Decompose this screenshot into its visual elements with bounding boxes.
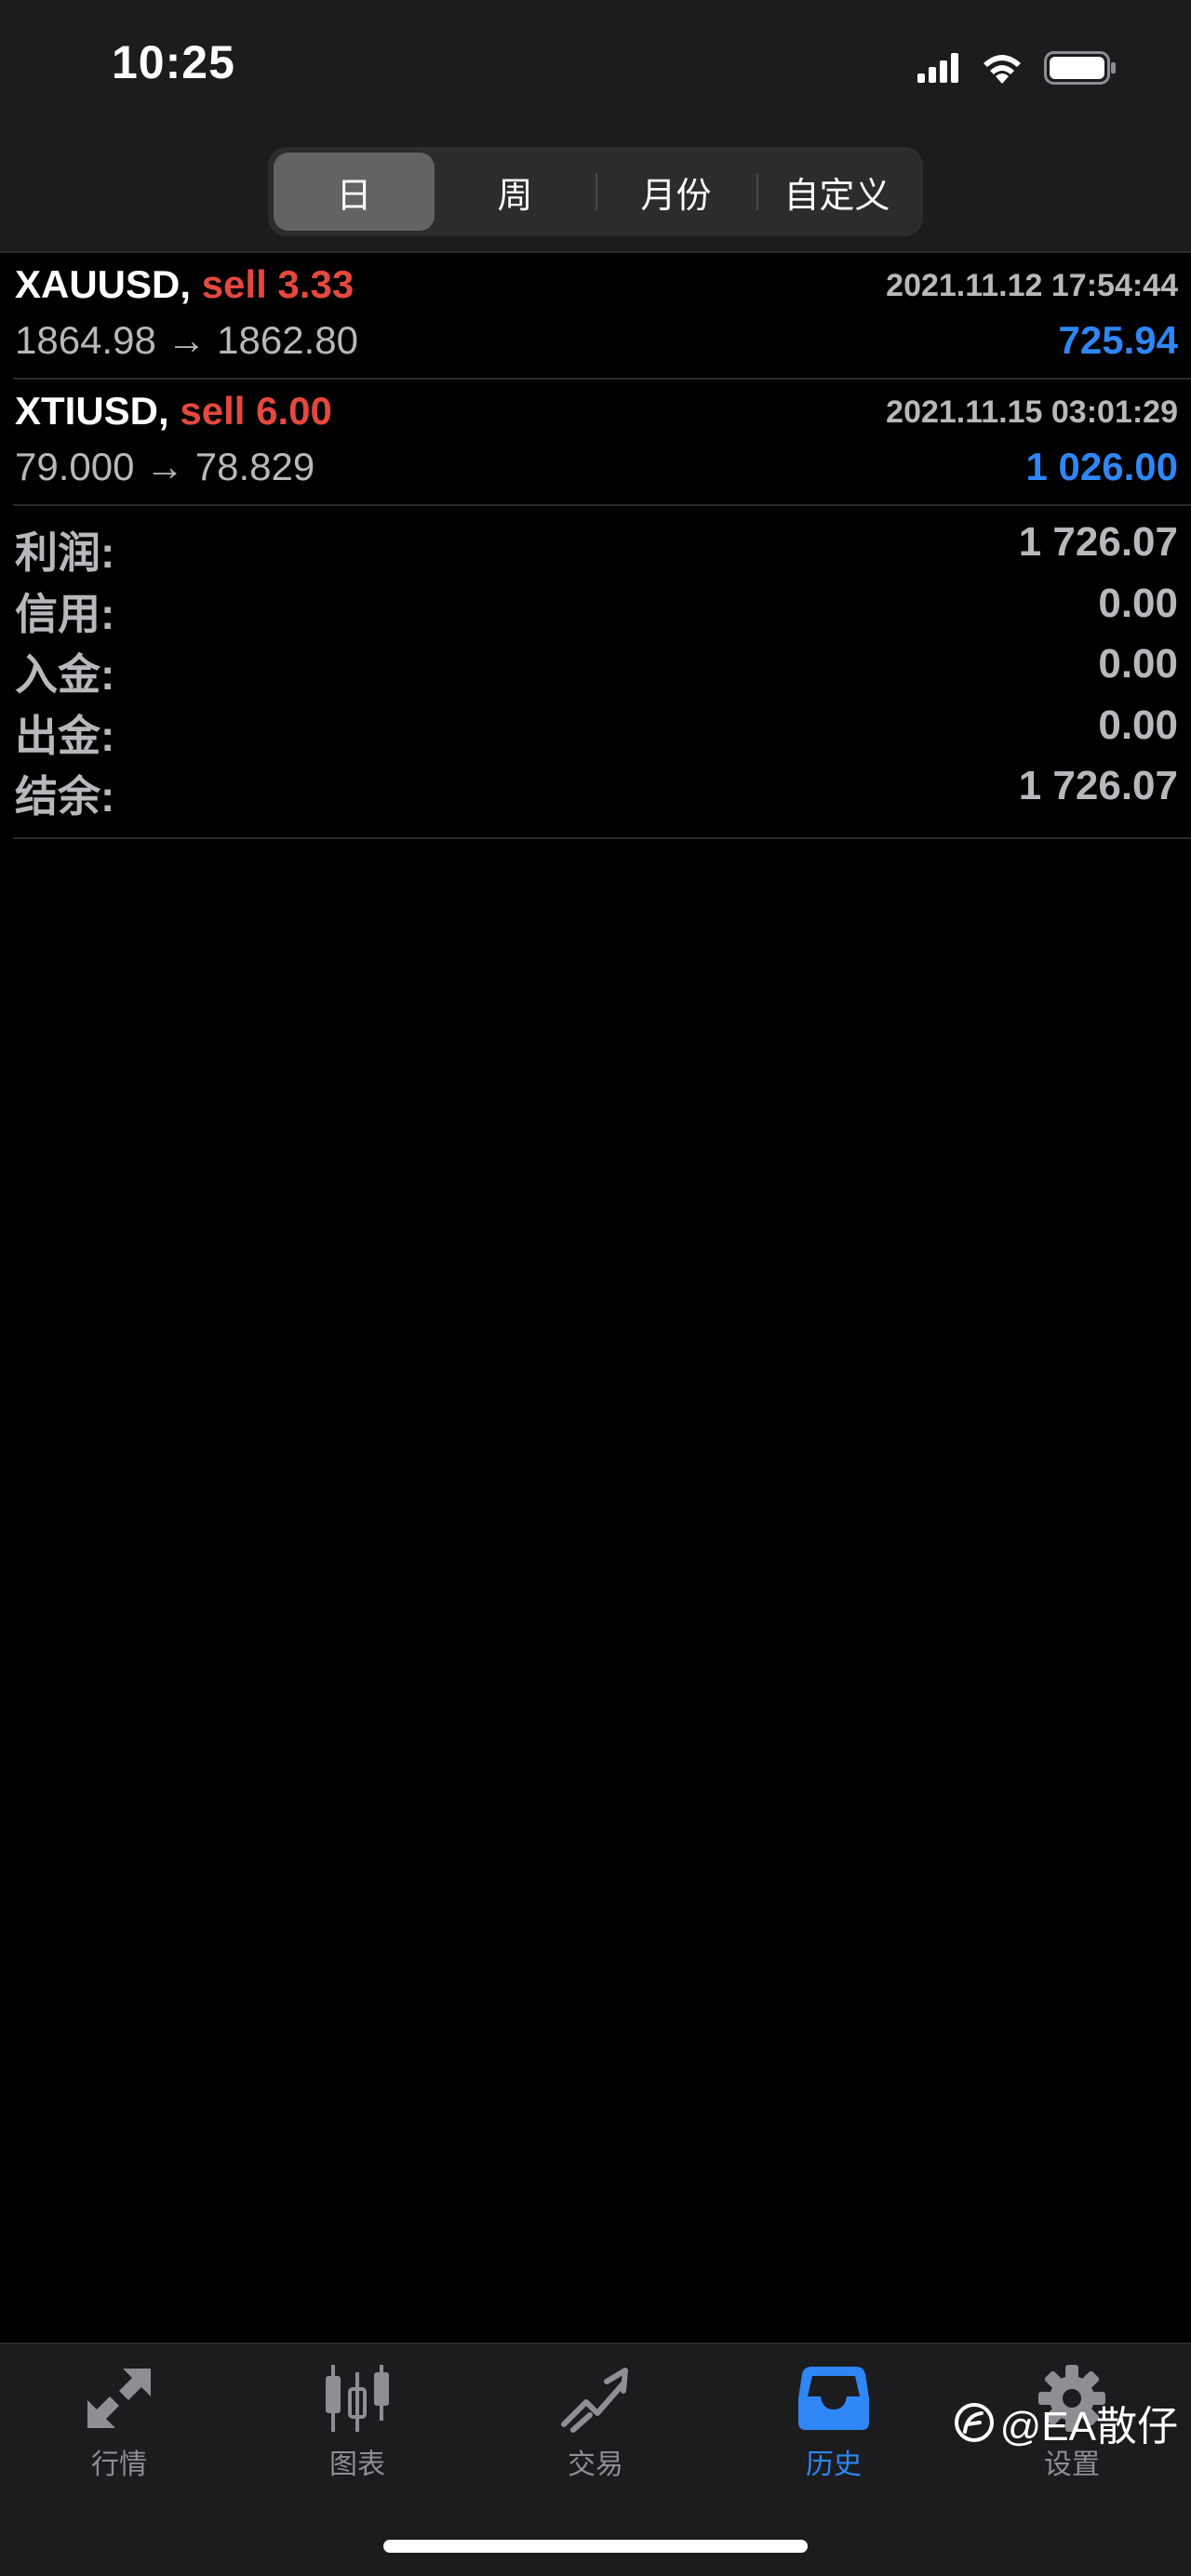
- tab-chart[interactable]: 图表: [238, 2363, 476, 2493]
- summary-value: 0.00: [1098, 701, 1178, 748]
- deal-row[interactable]: XAUUSD, sell 3.33 2021.11.12 17:54:44 18…: [13, 253, 1191, 380]
- tab-custom[interactable]: 自定义: [756, 153, 917, 231]
- deals-list: XAUUSD, sell 3.33 2021.11.12 17:54:44 18…: [0, 253, 1191, 506]
- summary-row-withdrawal: 出金: 0.00: [13, 691, 1191, 760]
- summary-row-balance: 结余: 1 726.07: [13, 752, 1191, 821]
- tab-label: 图表: [329, 2449, 385, 2480]
- watermark: @EA散仔: [954, 2393, 1178, 2452]
- history-icon: [798, 2367, 869, 2430]
- deal-prices: 79.000 → 78.829: [15, 445, 315, 488]
- summary-row-profit: 利润: 1 726.07: [13, 508, 1191, 577]
- deal-symbol: XAUUSD,: [15, 262, 192, 306]
- trade-icon: [561, 2368, 628, 2433]
- tab-trade[interactable]: 交易: [476, 2363, 715, 2493]
- deal-row[interactable]: XTIUSD, sell 6.00 2021.11.15 03:01:29 79…: [13, 380, 1191, 506]
- summary-label: 结余:: [15, 772, 115, 821]
- tab-quotes[interactable]: 行情: [0, 2363, 238, 2493]
- period-segmented-control: 日 周 月份 自定义: [268, 147, 923, 236]
- tab-label: 行情: [91, 2449, 147, 2480]
- status-icons: [917, 45, 1117, 91]
- deal-profit: 1 026.00: [1025, 445, 1179, 488]
- deal-time: 2021.11.12 17:54:44: [886, 268, 1178, 303]
- wifi-icon: [984, 55, 1021, 84]
- chart-icon: [326, 2365, 389, 2432]
- deal-symbol-line: XTIUSD, sell 6.00: [15, 389, 332, 434]
- top-area: 10:25 日 周 月份 自定义: [0, 0, 1191, 253]
- watermark-text: @EA散仔: [999, 2404, 1178, 2449]
- deal-prices: 1864.98 → 1862.80: [15, 318, 358, 362]
- deal-side: sell 3.33: [201, 262, 355, 306]
- battery-icon: [1044, 51, 1116, 85]
- tab-label: 历史: [806, 2449, 862, 2480]
- summary-row-credit: 信用: 0.00: [13, 569, 1191, 638]
- deal-symbol-line: XAUUSD, sell 3.33: [15, 262, 354, 307]
- signal-icon: [917, 53, 958, 83]
- brand-logo-icon: [954, 2403, 994, 2442]
- summary-value: 1 726.07: [1018, 519, 1178, 565]
- home-indicator: [383, 2540, 808, 2553]
- tab-history[interactable]: 历史: [715, 2363, 953, 2493]
- status-time: 10:25: [112, 36, 235, 88]
- deal-profit: 725.94: [1058, 318, 1178, 362]
- summary-value: 0.00: [1098, 580, 1178, 626]
- summary-value: 1 726.07: [1018, 763, 1178, 808]
- deal-symbol: XTIUSD,: [15, 389, 169, 433]
- quotes-icon: [87, 2369, 151, 2428]
- tab-week[interactable]: 周: [435, 153, 596, 231]
- deal-time: 2021.11.15 03:01:29: [886, 394, 1178, 430]
- tab-month[interactable]: 月份: [596, 153, 756, 231]
- account-summary: 利润: 1 726.07 信用: 0.00 入金: 0.00 出金: 0.00 …: [13, 508, 1191, 839]
- summary-value: 0.00: [1098, 641, 1178, 687]
- deal-side: sell 6.00: [180, 389, 332, 433]
- summary-row-deposit: 入金: 0.00: [13, 630, 1191, 699]
- tab-day[interactable]: 日: [274, 153, 435, 231]
- tab-label: 交易: [568, 2449, 623, 2480]
